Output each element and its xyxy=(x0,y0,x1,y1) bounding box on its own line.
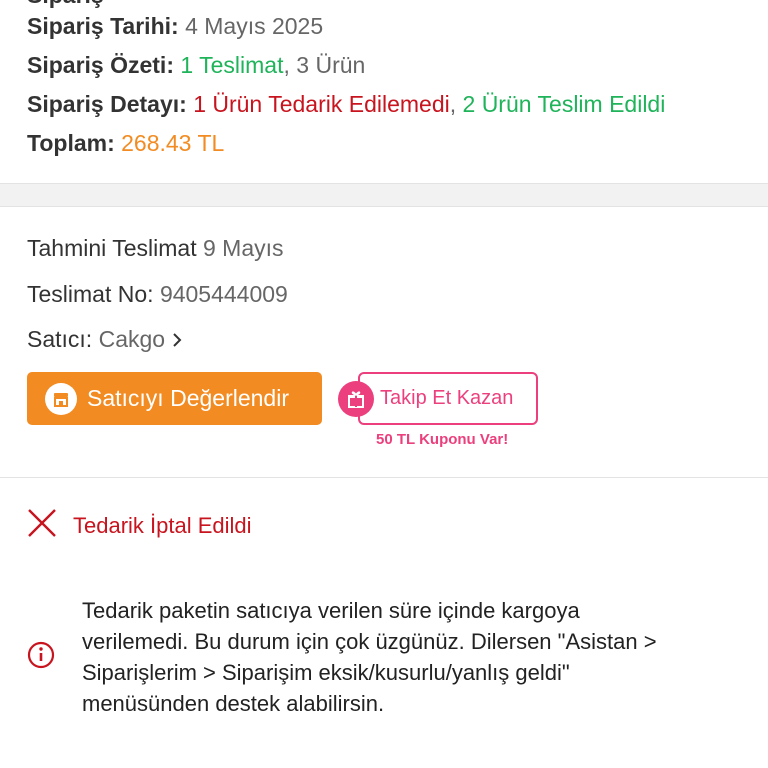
status-title: Tedarik İptal Edildi xyxy=(73,512,252,538)
follow-earn-label: Takip Et Kazan xyxy=(380,387,514,409)
order-summary-card: Sipariş Sipariş Tarihi: 4 Mayıs 2025 Sip… xyxy=(0,0,768,184)
rate-seller-button[interactable]: Satıcıyı Değerlendir xyxy=(27,372,322,425)
order-total-value: 268.43 TL xyxy=(121,130,225,156)
chevron-right-icon xyxy=(171,326,183,352)
estimate-value: 9 Mayıs xyxy=(202,235,284,261)
detail-failed: 1 Ürün Tedarik Edilemedi xyxy=(193,91,450,117)
order-date-value: 4 Mayıs 2025 xyxy=(185,13,324,39)
order-overview-label: Sipariş Özeti: xyxy=(27,52,174,78)
overview-deliveries: 1 Teslimat xyxy=(180,52,284,78)
detail-delivered: 2 Ürün Teslim Edildi xyxy=(456,91,666,117)
seller-label: Satıcı: xyxy=(27,326,93,352)
coupon-text: 50 TL Kuponu Var! xyxy=(376,431,509,448)
delivery-number-row: Teslimat No: 9405444009 xyxy=(27,279,288,309)
store-icon xyxy=(45,382,77,415)
delivery-number-value: 9405444009 xyxy=(159,281,288,307)
rate-seller-label: Satıcıyı Değerlendir xyxy=(87,385,289,411)
order-total-label: Toplam: xyxy=(27,130,115,156)
delivery-card: Tahmini Teslimat 9 Mayıs Teslimat No: 94… xyxy=(0,206,768,478)
order-total-row: Toplam: 268.43 TL xyxy=(27,128,224,158)
follow-earn-button[interactable]: Takip Et Kazan xyxy=(358,372,538,425)
seller-link[interactable]: Satıcı: Cakgo xyxy=(27,324,183,354)
clipped-row: Sipariş xyxy=(27,0,104,9)
status-card: Tedarik İptal Edildi Tedarik paketin sat… xyxy=(0,478,768,768)
order-date-row: Sipariş Tarihi: 4 Mayıs 2025 xyxy=(27,11,323,41)
seller-name: Cakgo xyxy=(98,326,166,352)
order-detail-label: Sipariş Detayı: xyxy=(27,91,187,117)
overview-items: 3 Ürün xyxy=(289,52,366,78)
info-icon xyxy=(27,641,55,674)
delivery-number-label: Teslimat No: xyxy=(27,281,154,307)
close-x-icon xyxy=(27,508,57,543)
estimate-label: Tahmini Teslimat xyxy=(27,235,197,261)
order-detail-row: Sipariş Detayı: 1 Ürün Tedarik Edilemedi… xyxy=(27,89,665,119)
order-date-label: Sipariş Tarihi: xyxy=(27,13,179,39)
estimate-row: Tahmini Teslimat 9 Mayıs xyxy=(27,233,284,263)
order-overview-row: Sipariş Özeti: 1 Teslimat, 3 Ürün xyxy=(27,50,365,80)
status-header: Tedarik İptal Edildi xyxy=(27,508,252,543)
gift-icon xyxy=(338,381,374,417)
status-message: Tedarik paketin satıcıya verilen süre iç… xyxy=(82,598,657,716)
